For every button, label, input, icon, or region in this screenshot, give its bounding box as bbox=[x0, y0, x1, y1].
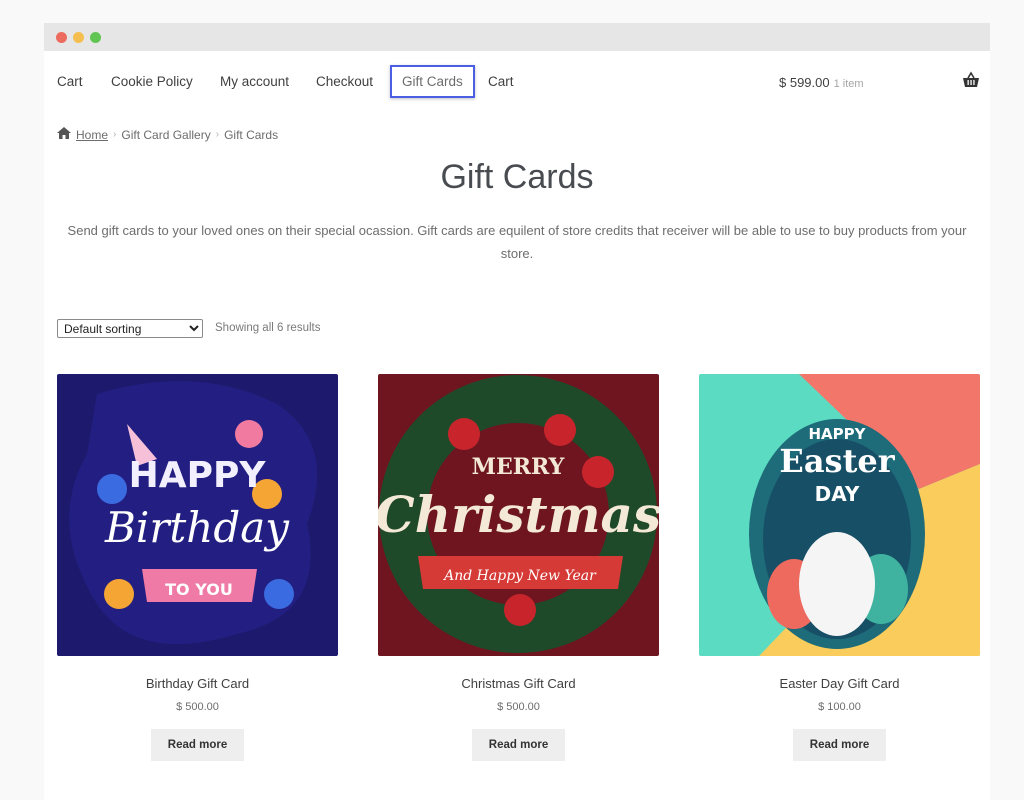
product-price: $ 100.00 bbox=[818, 701, 861, 713]
svg-text:Easter: Easter bbox=[779, 442, 895, 480]
breadcrumb-gift-card-gallery[interactable]: Gift Card Gallery bbox=[121, 128, 210, 142]
nav-item-gift-cards[interactable]: Gift Cards bbox=[390, 65, 475, 98]
svg-text:And Happy New Year: And Happy New Year bbox=[442, 568, 597, 584]
product-image-christmas[interactable]: MERRY Christmas And Happy New Year bbox=[378, 374, 659, 656]
svg-text:HAPPY: HAPPY bbox=[129, 455, 267, 496]
nav-item-my-account[interactable]: My account bbox=[220, 74, 289, 89]
read-more-button[interactable]: Read more bbox=[471, 729, 566, 761]
svg-text:HAPPY: HAPPY bbox=[808, 425, 866, 443]
nav-item-cookie-policy[interactable]: Cookie Policy bbox=[111, 74, 193, 89]
svg-text:DAY: DAY bbox=[815, 482, 860, 506]
product-name[interactable]: Birthday Gift Card bbox=[57, 676, 338, 691]
nav-item-checkout[interactable]: Checkout bbox=[316, 74, 373, 89]
breadcrumb-separator: › bbox=[215, 129, 220, 140]
read-more-button[interactable]: Read more bbox=[150, 729, 245, 761]
sort-select[interactable]: Default sorting bbox=[57, 319, 203, 338]
browser-window: Cart Cookie Policy My account Checkout G… bbox=[44, 23, 990, 800]
product-image-easter[interactable]: HAPPY Easter DAY bbox=[699, 374, 980, 656]
read-more-button[interactable]: Read more bbox=[792, 729, 887, 761]
product-card: MERRY Christmas And Happy New Year Chris… bbox=[378, 374, 659, 761]
header-cart-link[interactable]: $ 599.00 1 item bbox=[779, 75, 864, 90]
product-card: HAPPY Easter DAY Easter Day Gift Card $ … bbox=[699, 374, 980, 761]
maximize-window-button[interactable] bbox=[90, 32, 101, 43]
svg-text:MERRY: MERRY bbox=[472, 454, 565, 480]
product-image-birthday[interactable]: HAPPY Birthday TO YOU bbox=[57, 374, 338, 656]
breadcrumb-current: Gift Cards bbox=[224, 127, 279, 142]
home-icon bbox=[57, 127, 71, 142]
product-name[interactable]: Easter Day Gift Card bbox=[699, 676, 980, 691]
product-name[interactable]: Christmas Gift Card bbox=[378, 676, 659, 691]
cart-item-count: 1 item bbox=[833, 78, 864, 90]
minimize-window-button[interactable] bbox=[73, 32, 84, 43]
nav-item-cart-2[interactable]: Cart bbox=[488, 74, 514, 89]
product-card: HAPPY Birthday TO YOU Birthday Gift Card… bbox=[57, 374, 338, 761]
svg-text:Birthday: Birthday bbox=[104, 503, 290, 552]
page-title: Gift Cards bbox=[440, 158, 594, 196]
result-count: Showing all 6 results bbox=[215, 322, 321, 334]
breadcrumb: Home › Gift Card Gallery › Gift Cards bbox=[57, 127, 278, 142]
nav-item-cart[interactable]: Cart bbox=[57, 74, 83, 89]
page-description: Send gift cards to your loved ones on th… bbox=[67, 223, 967, 261]
title-bar bbox=[44, 23, 990, 51]
primary-navigation: Cart Cookie Policy My account Checkout G… bbox=[44, 51, 990, 113]
svg-text:TO YOU: TO YOU bbox=[165, 580, 233, 599]
svg-text:Christmas: Christmas bbox=[378, 485, 659, 544]
cart-total-amount: $ 599.00 bbox=[779, 75, 830, 90]
breadcrumb-separator: › bbox=[113, 129, 117, 140]
basket-icon[interactable] bbox=[962, 71, 980, 89]
close-window-button[interactable] bbox=[56, 32, 67, 43]
product-price: $ 500.00 bbox=[176, 701, 219, 713]
product-price: $ 500.00 bbox=[497, 701, 540, 713]
breadcrumb-home-link[interactable]: Home bbox=[76, 128, 108, 142]
